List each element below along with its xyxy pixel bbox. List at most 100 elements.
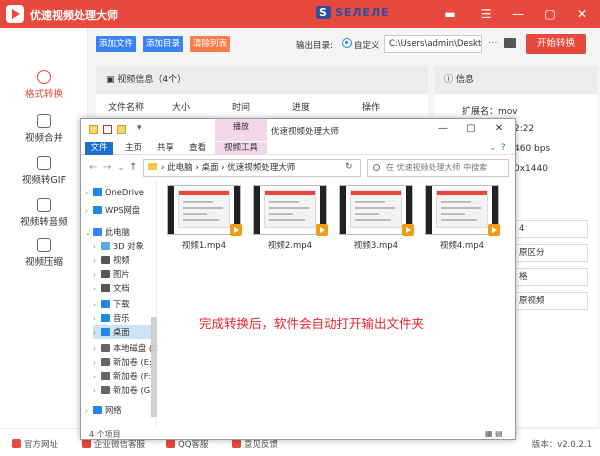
- info-panel-header: ⓘ 信息: [434, 66, 598, 94]
- video-icon: [101, 256, 110, 264]
- ribbon-expand-icon[interactable]: ⌄: [489, 142, 496, 155]
- ribbon-tab-view[interactable]: 查看: [189, 142, 206, 155]
- folder-icon: [89, 125, 98, 134]
- tree-item-disk-g[interactable]: › 新加卷 (G:): [93, 383, 156, 397]
- back-icon[interactable]: ←: [89, 162, 97, 173]
- network-icon: [93, 406, 102, 414]
- footer-website-link[interactable]: 官方网址: [12, 438, 58, 450]
- file-grid: 视频1.mp4 视频2.mp4 视频3.mp4 视频4.mp4: [167, 185, 507, 265]
- tree-item-documents[interactable]: › 文档: [93, 281, 130, 295]
- start-button[interactable]: 开始转换: [526, 34, 586, 54]
- sidebar-item-format-convert[interactable]: 格式转换: [0, 66, 88, 110]
- sidebar-item-compress[interactable]: 视频压缩: [0, 234, 88, 278]
- explorer-close-icon[interactable]: ✕: [489, 123, 509, 134]
- file-thumbnail[interactable]: [167, 185, 242, 236]
- title-bar: 优速视频处理大师 S ЅЕЛЕЛЕ ▬ ☰ — ▢ ✕: [0, 0, 600, 28]
- music-icon: [101, 314, 110, 322]
- refresh-icon[interactable]: ↻: [345, 162, 353, 172]
- tree-item-network[interactable]: › 网络: [85, 403, 122, 417]
- properties-icon[interactable]: [103, 125, 112, 134]
- brand-logo: S ЅЕЛЕЛЕ: [316, 6, 390, 19]
- folder-icon: [148, 163, 157, 170]
- minimize-icon[interactable]: —: [508, 4, 528, 24]
- quick-access-dropdown-icon[interactable]: ▾: [137, 123, 142, 133]
- sidebar: 格式转换 视频合并 视频转GIF 视频转音频 视频压缩: [0, 28, 88, 428]
- download-icon: [101, 300, 110, 308]
- close-icon[interactable]: ✕: [572, 4, 592, 24]
- output-label: 输出目录:: [296, 41, 333, 51]
- sidebar-item-audio[interactable]: 视频转音频: [0, 194, 88, 238]
- tree-item-this-pc[interactable]: ⌄ 此电脑: [85, 225, 130, 239]
- tree-item-disk-e[interactable]: › 新加卷 (E:): [93, 355, 155, 369]
- file-name[interactable]: 视频2.mp4: [253, 239, 327, 251]
- address-row: ← → ⌄ ↑ › 此电脑 › 桌面 › 优速视频处理大师 ↻ 在 优速视频处理…: [81, 157, 515, 179]
- file-thumbnail[interactable]: [339, 185, 414, 236]
- file-thumbnail[interactable]: [425, 185, 500, 236]
- version-label: 版本：v2.0.2.1: [531, 440, 592, 450]
- maximize-icon[interactable]: ▢: [540, 4, 560, 24]
- clear-list-button[interactable]: 清除列表: [190, 36, 231, 52]
- pc-icon: [93, 228, 102, 236]
- tree-item-music[interactable]: › 音乐: [93, 311, 130, 325]
- help-icon[interactable]: ?: [501, 142, 506, 155]
- file-name[interactable]: 视频1.mp4: [167, 239, 241, 251]
- info-bitrate: 460 bps: [514, 144, 551, 154]
- disk-icon: [101, 372, 110, 380]
- tree-item-disk-f[interactable]: › 新加卷 (F:): [93, 369, 154, 383]
- ribbon-tab-share[interactable]: 共享: [157, 142, 174, 155]
- col-name: 文件名称: [108, 103, 145, 113]
- more-button[interactable]: ···: [488, 38, 498, 49]
- tree-item-3d[interactable]: › 3D 对象: [93, 239, 144, 253]
- custom-radio[interactable]: [342, 38, 352, 48]
- tree-item-pictures[interactable]: › 图片: [93, 267, 130, 281]
- account-icon[interactable]: ▬: [440, 4, 460, 24]
- ribbon-tab-file[interactable]: 文件: [85, 142, 113, 155]
- quality-dropdown[interactable]: 格: [514, 268, 588, 286]
- recent-dropdown-icon[interactable]: ⌄: [117, 162, 125, 173]
- sidebar-item-gif[interactable]: 视频转GIF: [0, 152, 88, 196]
- up-icon[interactable]: ↑: [129, 162, 137, 173]
- file-name[interactable]: 视频3.mp4: [339, 239, 413, 251]
- explorer-maximize-icon[interactable]: ▢: [461, 123, 481, 134]
- manage-context-tab[interactable]: 播放: [215, 119, 267, 141]
- menu-icon[interactable]: ☰: [476, 4, 496, 24]
- address-bar[interactable]: › 此电脑 › 桌面 › 优速视频处理大师: [143, 159, 361, 177]
- cloud-icon: [93, 188, 102, 196]
- ribbon-tab-video-tools[interactable]: 视频工具: [215, 142, 267, 155]
- cloud-icon: [93, 206, 102, 214]
- open-folder-icon[interactable]: [504, 38, 516, 48]
- sidebar-item-merge[interactable]: 视频合并: [0, 110, 88, 154]
- video-file-icon: [316, 224, 328, 236]
- explorer-ribbon: 文件 主页 共享 查看 视频工具 ⌄ ?: [81, 141, 515, 155]
- resolution-dropdown[interactable]: 原区分: [514, 244, 588, 262]
- navigation-tree: › OneDrive › WPS网盘 ⌄ 此电脑 › 3D 对象 › 视频 › 图片 › 文档…: [81, 181, 158, 427]
- document-icon: [101, 284, 110, 292]
- source-dropdown[interactable]: 原视频: [514, 292, 588, 310]
- explorer-minimize-icon[interactable]: —: [433, 123, 453, 134]
- search-input[interactable]: 在 优速视频处理大师 中搜索: [367, 159, 509, 177]
- tree-item-onedrive[interactable]: › OneDrive: [85, 185, 144, 199]
- file-thumbnail[interactable]: [253, 185, 328, 236]
- video-panel-header: ▣ 视频信息（4个）: [96, 66, 428, 94]
- compress-icon: [37, 238, 51, 252]
- view-mode-icons[interactable]: ▦ ▤: [485, 429, 503, 438]
- app-logo-icon: [6, 5, 24, 23]
- format-dropdown[interactable]: 4: [514, 220, 588, 238]
- home-icon: [12, 439, 21, 448]
- tree-item-video[interactable]: › 视频: [93, 253, 130, 267]
- add-file-button[interactable]: 添加文件: [96, 36, 137, 52]
- tree-item-downloads[interactable]: › 下载: [93, 297, 130, 311]
- 3d-icon: [101, 242, 110, 250]
- forward-icon[interactable]: →: [103, 162, 111, 173]
- tree-item-wps[interactable]: › WPS网盘: [85, 203, 140, 217]
- new-folder-icon[interactable]: [117, 125, 126, 134]
- tree-scrollbar[interactable]: [151, 317, 157, 417]
- file-name[interactable]: 视频4.mp4: [425, 239, 499, 251]
- output-path-input[interactable]: C:\Users\admin\Deskto: [384, 35, 482, 53]
- add-dir-button[interactable]: 添加目录: [143, 36, 184, 52]
- tree-item-desktop[interactable]: › 桌面: [93, 325, 153, 339]
- tree-item-disk-c[interactable]: › 本地磁盘 (C: [93, 341, 158, 355]
- ribbon-tab-home[interactable]: 主页: [125, 142, 142, 155]
- disk-icon: [101, 344, 110, 352]
- video-file-icon: [230, 224, 242, 236]
